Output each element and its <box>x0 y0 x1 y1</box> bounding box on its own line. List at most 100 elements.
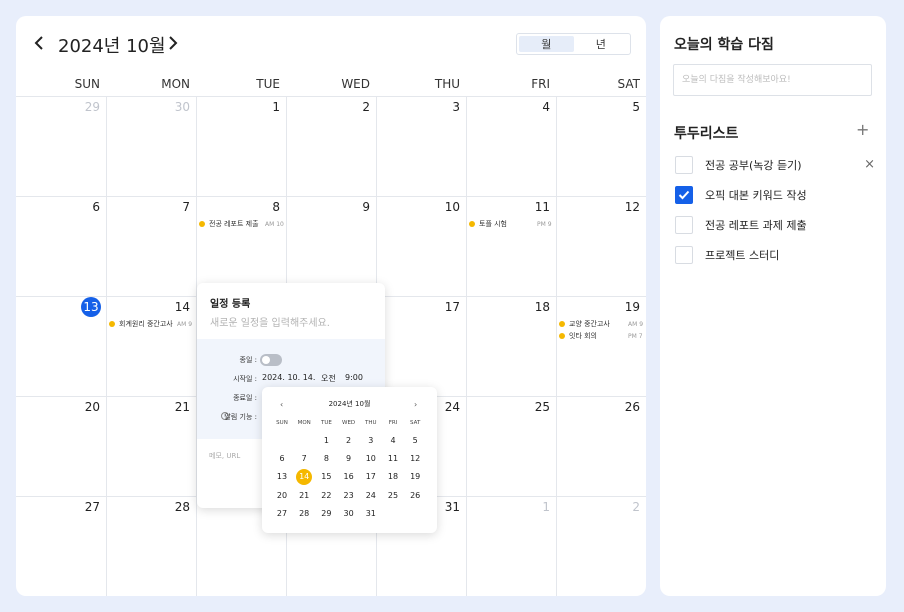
allday-toggle[interactable] <box>260 354 282 366</box>
mini-day[interactable]: 16 <box>340 470 358 484</box>
mini-day[interactable]: 13 <box>273 470 291 484</box>
mini-day[interactable]: 31 <box>362 507 380 521</box>
todo-checkbox[interactable] <box>675 246 693 264</box>
delete-todo-button[interactable]: × <box>864 157 875 172</box>
day-cell[interactable]: 21 <box>150 400 190 414</box>
mini-day[interactable]: 17 <box>362 470 380 484</box>
mini-day[interactable]: 2 <box>340 434 358 448</box>
day-cell[interactable]: 2 <box>330 100 370 114</box>
mini-day[interactable]: 7 <box>295 452 313 466</box>
mini-next-month-icon[interactable]: › <box>414 400 417 409</box>
todo-item: 전공 공부(녹강 듣기) × <box>675 155 875 175</box>
mini-day[interactable]: 1 <box>317 434 335 448</box>
mini-day-selected[interactable]: 14 <box>296 469 313 486</box>
todo-checkbox[interactable] <box>675 186 693 204</box>
todo-text: 프로젝트 스터디 <box>705 249 780 262</box>
view-month-button[interactable]: 월 <box>519 36 574 52</box>
mini-day[interactable]: 19 <box>406 470 424 484</box>
day-cell[interactable]: 26 <box>600 400 640 414</box>
weekday-sat: SAT <box>617 77 640 91</box>
event-item[interactable]: 회계원리 중간고사 AM 9 <box>109 319 195 329</box>
grid-col-divider <box>466 96 467 596</box>
day-cell[interactable]: 10 <box>420 200 460 214</box>
mini-day[interactable]: 11 <box>384 452 402 466</box>
start-ampm-value[interactable]: 오전 <box>321 373 336 384</box>
day-cell[interactable]: 28 <box>150 500 190 514</box>
event-title: 토플 시험 <box>479 220 507 228</box>
day-cell[interactable]: 1 <box>510 500 550 514</box>
todo-checkbox[interactable] <box>675 156 693 174</box>
event-title-input[interactable] <box>210 316 370 330</box>
mini-day[interactable]: 26 <box>406 489 424 503</box>
view-toggle: 월 년 <box>516 33 631 55</box>
mini-day[interactable]: 18 <box>384 470 402 484</box>
day-cell[interactable]: 7 <box>150 200 190 214</box>
allday-label: 종일 : <box>239 356 257 364</box>
event-time: PM 9 <box>537 220 552 228</box>
day-cell[interactable]: 11 <box>510 200 550 214</box>
event-item[interactable]: 전공 레포트 제출 AM 10 <box>199 219 284 229</box>
add-todo-button[interactable]: + <box>856 122 869 138</box>
mini-day[interactable]: 10 <box>362 452 380 466</box>
day-cell[interactable]: 1 <box>240 100 280 114</box>
todo-panel: 오늘의 학습 다짐 투두리스트 + 전공 공부(녹강 듣기) × 오픽 대본 키… <box>660 16 886 596</box>
next-month-button[interactable] <box>166 34 180 52</box>
day-cell[interactable]: 18 <box>510 300 550 314</box>
mini-day[interactable]: 23 <box>340 489 358 503</box>
mini-weekday: TUE <box>320 420 332 426</box>
grid-row-divider <box>16 196 646 197</box>
memo-input[interactable]: 메모, URL <box>209 451 240 461</box>
popup-title: 일정 등록 <box>210 299 251 310</box>
day-cell[interactable]: 4 <box>510 100 550 114</box>
day-cell[interactable]: 25 <box>510 400 550 414</box>
day-cell[interactable]: 6 <box>60 200 100 214</box>
mini-day[interactable]: 5 <box>406 434 424 448</box>
start-date-value[interactable]: 2024. 10. 14. <box>262 373 315 382</box>
mini-day[interactable]: 15 <box>317 470 335 484</box>
mini-day[interactable]: 29 <box>317 507 335 521</box>
mini-day[interactable]: 6 <box>273 452 291 466</box>
day-cell[interactable]: 2 <box>600 500 640 514</box>
event-item[interactable]: 토플 시험 PM 9 <box>469 219 554 229</box>
today-day-cell[interactable]: 13 <box>81 297 101 317</box>
mini-day[interactable]: 27 <box>273 507 291 521</box>
day-cell[interactable]: 17 <box>420 300 460 314</box>
day-cell[interactable]: 8 <box>240 200 280 214</box>
day-cell[interactable]: 14 <box>150 300 190 314</box>
day-cell[interactable]: 29 <box>60 100 100 114</box>
todo-item: 전공 레포트 과제 제출 <box>675 215 875 235</box>
event-item[interactable]: 교양 중간고사 AM 9 <box>559 319 644 329</box>
day-cell[interactable]: 20 <box>60 400 100 414</box>
day-cell[interactable]: 12 <box>600 200 640 214</box>
weekday-sun: SUN <box>74 77 100 91</box>
event-item[interactable]: 잇타 회의 PM 7 <box>559 331 644 341</box>
day-cell[interactable]: 5 <box>600 100 640 114</box>
mini-day[interactable]: 30 <box>340 507 358 521</box>
todo-checkbox[interactable] <box>675 216 693 234</box>
prev-month-button[interactable] <box>32 34 46 52</box>
mini-day[interactable]: 20 <box>273 489 291 503</box>
weekday-wed: WED <box>341 77 370 91</box>
mini-day[interactable]: 3 <box>362 434 380 448</box>
start-time-value[interactable]: 9:00 <box>345 373 363 382</box>
resolve-input[interactable] <box>673 64 872 96</box>
day-cell[interactable]: 3 <box>420 100 460 114</box>
view-year-button[interactable]: 년 <box>574 36 629 52</box>
grid-row-divider <box>16 96 646 97</box>
mini-day[interactable]: 24 <box>362 489 380 503</box>
event-time: AM 9 <box>177 320 193 328</box>
day-cell[interactable]: 9 <box>330 200 370 214</box>
mini-day[interactable]: 21 <box>295 489 313 503</box>
mini-day[interactable]: 8 <box>317 452 335 466</box>
mini-day[interactable]: 25 <box>384 489 402 503</box>
day-cell[interactable]: 19 <box>600 300 640 314</box>
mini-day[interactable]: 22 <box>317 489 335 503</box>
mini-day[interactable]: 12 <box>406 452 424 466</box>
mini-day[interactable]: 28 <box>295 507 313 521</box>
date-picker-title: 2024년 10월 <box>328 400 371 408</box>
mini-day[interactable]: 4 <box>384 434 402 448</box>
day-cell[interactable]: 27 <box>60 500 100 514</box>
grid-col-divider <box>556 96 557 596</box>
day-cell[interactable]: 30 <box>150 100 190 114</box>
mini-day[interactable]: 9 <box>340 452 358 466</box>
